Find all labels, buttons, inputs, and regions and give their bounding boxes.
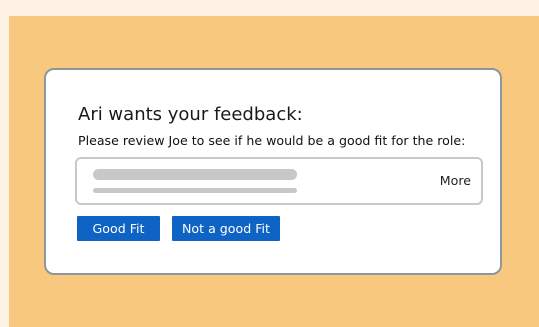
placeholder-line-primary [93, 169, 297, 180]
feedback-card: Ari wants your feedback: Please review J… [44, 68, 502, 275]
placeholder-line-secondary [93, 188, 297, 193]
background-panel: Ari wants your feedback: Please review J… [9, 16, 539, 327]
more-link[interactable]: More [440, 173, 471, 188]
good-fit-button[interactable]: Good Fit [77, 216, 160, 241]
profile-preview-box: More [75, 157, 483, 205]
not-good-fit-button[interactable]: Not a good Fit [172, 216, 280, 241]
card-title: Ari wants your feedback: [78, 104, 303, 125]
card-message: Please review Joe to see if he would be … [78, 133, 466, 148]
